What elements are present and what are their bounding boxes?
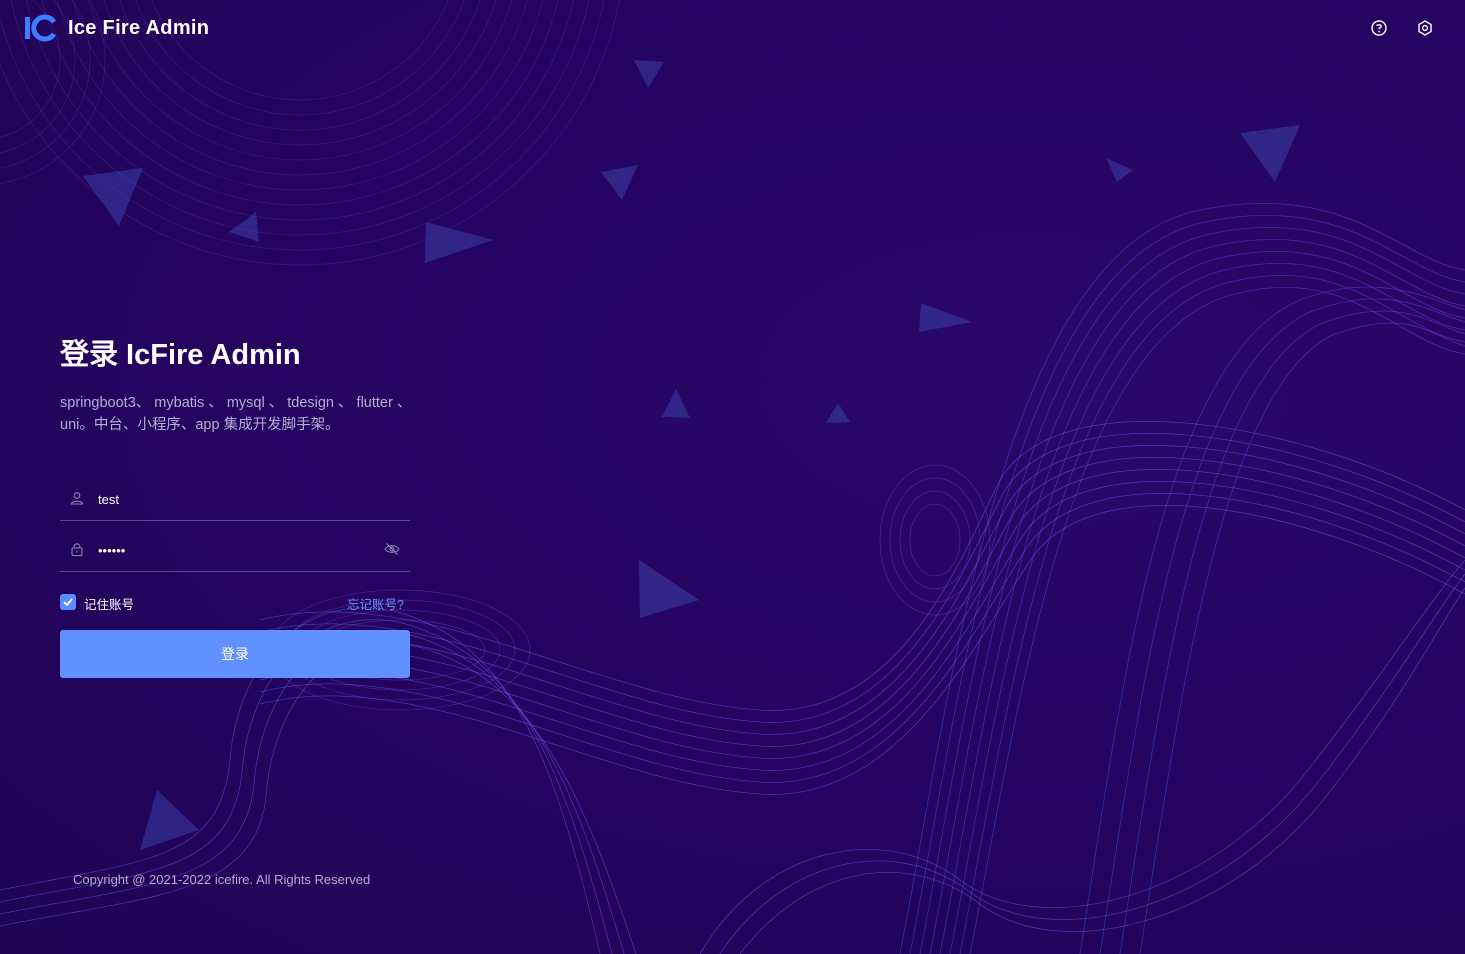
- brand-name: Ice Fire Admin: [68, 17, 210, 39]
- user-icon: [70, 492, 84, 505]
- eye-off-icon[interactable]: [384, 542, 400, 556]
- copyright-text: Copyright @ 2021-2022 icefire. All Right…: [73, 872, 371, 887]
- password-input[interactable]: [96, 537, 380, 563]
- username-field: [60, 476, 410, 521]
- login-panel: 登录 IcFire Admin springboot3、 mybatis 、 m…: [60, 336, 411, 678]
- help-circle-icon[interactable]: [1369, 18, 1389, 38]
- login-page: Ice Fire Admin 登录 IcFire Admin springboo…: [0, 0, 1465, 954]
- forgot-account-link[interactable]: 忘记账号?: [347, 594, 404, 613]
- right-wave-lines: [899, 202, 1465, 954]
- remember-label[interactable]: 记住账号: [84, 594, 134, 613]
- login-subtitle: springboot3、 mybatis 、 mysql 、 tdesign 、…: [60, 395, 412, 433]
- username-input[interactable]: [96, 486, 380, 512]
- check-icon: [63, 598, 73, 607]
- login-button[interactable]: 登录: [60, 630, 410, 678]
- settings-gear-icon[interactable]: [1415, 18, 1435, 38]
- ic-logo: [25, 14, 56, 42]
- form-options-row: 记住账号 忘记账号?: [60, 590, 410, 614]
- remember-checkbox[interactable]: [60, 594, 76, 610]
- password-field: [60, 527, 410, 572]
- lock-icon: [71, 543, 83, 556]
- top-header: Ice Fire Admin: [0, 0, 1465, 58]
- login-title: 登录 IcFire Admin: [60, 339, 301, 371]
